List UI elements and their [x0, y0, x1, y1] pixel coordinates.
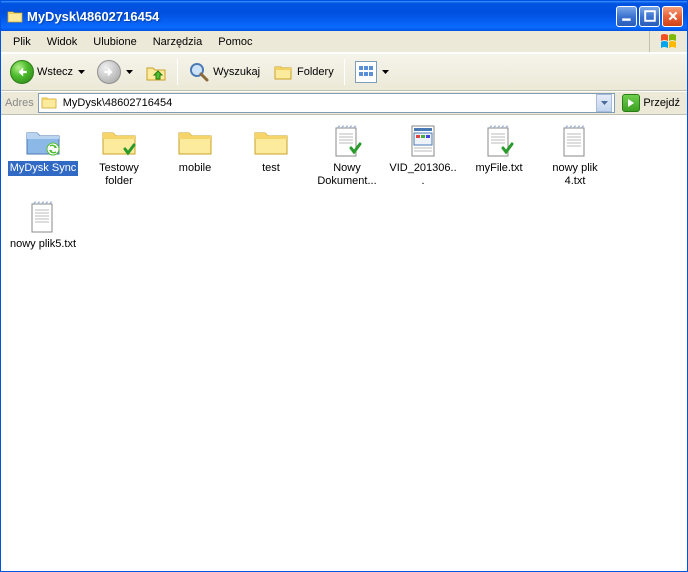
item-label: nowy plik5.txt	[8, 237, 78, 252]
item-label: Nowy Dokument...	[311, 161, 383, 189]
folder-icon	[175, 123, 215, 159]
item-label: test	[260, 161, 282, 176]
address-bar: Adres Przejdź	[1, 91, 687, 115]
chevron-down-icon	[382, 70, 389, 74]
folder-icon	[41, 95, 57, 112]
file-list[interactable]: MyDysk Sync Testowy folder mobile test N…	[1, 115, 687, 571]
address-dropdown[interactable]	[596, 94, 612, 112]
minimize-button[interactable]	[616, 6, 637, 27]
separator	[344, 59, 345, 85]
search-icon	[188, 61, 210, 83]
close-button[interactable]	[662, 6, 683, 27]
item-label: nowy plik 4.txt	[539, 161, 611, 189]
menu-file[interactable]: Plik	[5, 31, 39, 52]
address-input[interactable]	[61, 96, 593, 110]
item-mobile[interactable]: mobile	[158, 123, 232, 189]
windows-logo	[649, 31, 687, 52]
go-arrow-icon	[622, 94, 640, 112]
item-label: Testowy folder	[83, 161, 155, 189]
item-vid-201306-[interactable]: VID_201306...	[386, 123, 460, 189]
item-nowy-plik5-txt[interactable]: nowy plik5.txt	[6, 199, 80, 252]
back-icon	[10, 60, 34, 84]
item-label: mobile	[177, 161, 213, 176]
text-check-icon	[479, 123, 519, 159]
go-label: Przejdź	[643, 97, 680, 109]
folder-up-icon	[145, 61, 167, 83]
back-label: Wstecz	[37, 66, 73, 78]
back-button[interactable]: Wstecz	[5, 57, 90, 87]
menu-favorites[interactable]: Ulubione	[85, 31, 144, 52]
separator	[177, 59, 178, 85]
menu-help[interactable]: Pomoc	[210, 31, 260, 52]
address-label: Adres	[5, 97, 34, 109]
text-icon	[23, 199, 63, 235]
maximize-button[interactable]	[639, 6, 660, 27]
search-button[interactable]: Wyszukaj	[183, 57, 265, 87]
item-myfile-txt[interactable]: myFile.txt	[462, 123, 536, 189]
item-testowy-folder[interactable]: Testowy folder	[82, 123, 156, 189]
text-icon	[555, 123, 595, 159]
item-nowy-plik-4-txt[interactable]: nowy plik 4.txt	[538, 123, 612, 189]
views-button[interactable]	[350, 57, 394, 87]
folder-icon	[7, 8, 23, 24]
title-bar[interactable]: MyDysk\48602716454	[1, 1, 687, 31]
sync-folder-icon	[23, 123, 63, 159]
item-mydysk-sync[interactable]: MyDysk Sync	[6, 123, 80, 189]
folder-check-icon	[99, 123, 139, 159]
up-button[interactable]	[140, 57, 172, 87]
item-test[interactable]: test	[234, 123, 308, 189]
toolbar: Wstecz Wyszukaj Foldery	[1, 53, 687, 91]
folders-icon	[272, 61, 294, 83]
folder-icon	[251, 123, 291, 159]
explorer-window: MyDysk\48602716454 Plik Widok Ulubione N…	[0, 0, 688, 572]
address-field[interactable]	[38, 93, 616, 113]
video-icon	[403, 123, 443, 159]
item-label: VID_201306...	[387, 161, 459, 189]
window-title: MyDysk\48602716454	[27, 9, 616, 24]
doc-check-icon	[327, 123, 367, 159]
go-button[interactable]: Przejdź	[619, 93, 683, 113]
menu-view[interactable]: Widok	[39, 31, 86, 52]
item-label: myFile.txt	[473, 161, 524, 176]
chevron-down-icon	[126, 70, 133, 74]
forward-button[interactable]	[92, 57, 138, 87]
folders-button[interactable]: Foldery	[267, 57, 339, 87]
chevron-down-icon	[78, 70, 85, 74]
menu-tools[interactable]: Narzędzia	[145, 31, 211, 52]
menu-bar: Plik Widok Ulubione Narzędzia Pomoc	[1, 31, 687, 53]
forward-icon	[97, 60, 121, 84]
search-label: Wyszukaj	[213, 66, 260, 78]
item-nowy-dokument-[interactable]: Nowy Dokument...	[310, 123, 384, 189]
folders-label: Foldery	[297, 66, 334, 78]
views-icon	[355, 61, 377, 83]
item-label: MyDysk Sync	[8, 161, 79, 176]
